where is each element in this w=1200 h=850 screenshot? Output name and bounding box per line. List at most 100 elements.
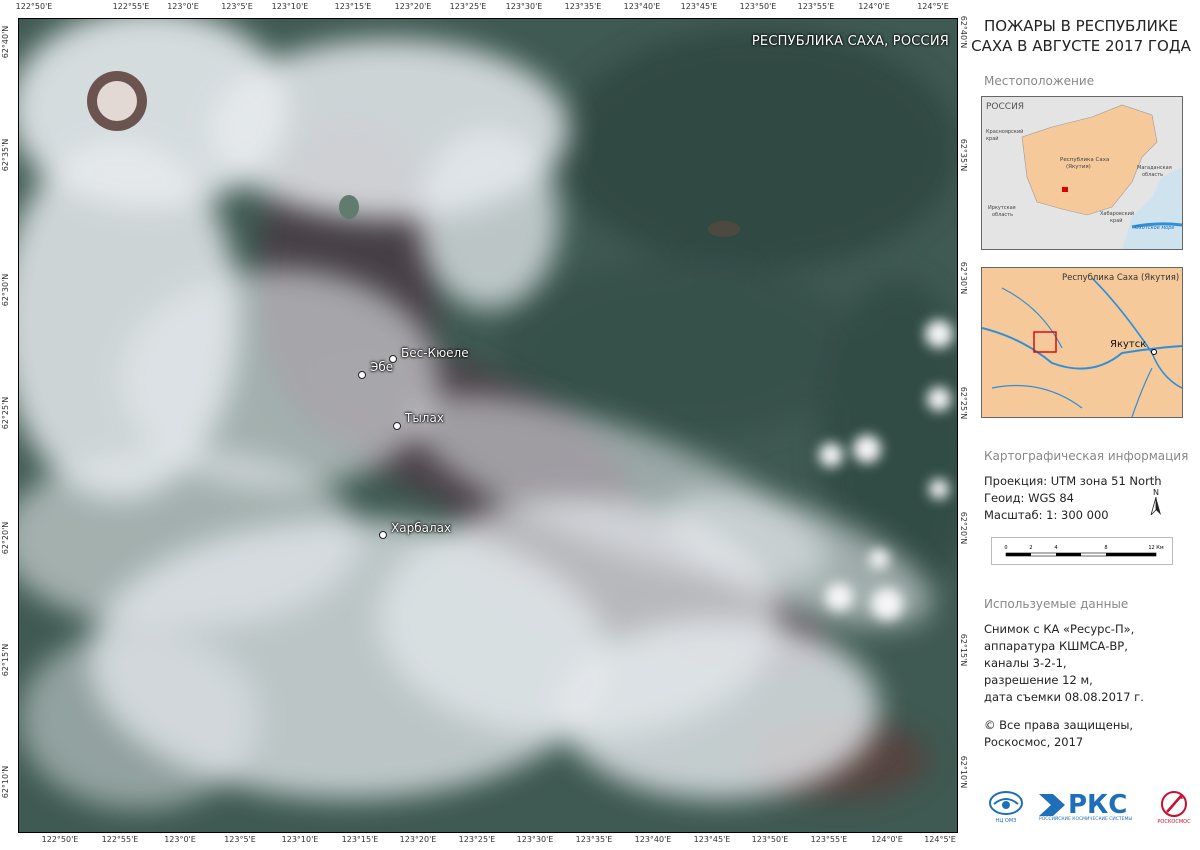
- title-line-1: ПОЖАРЫ В РЕСПУБЛИКЕ: [984, 17, 1178, 35]
- rks-logo-text: РКС: [1068, 789, 1128, 820]
- data-line: разрешение 12 м,: [984, 673, 1093, 687]
- north-label: N: [1153, 488, 1159, 497]
- rks-logo: РКС РОССИЙСКИЕ КОСМИЧЕСКИЕ СИСТЕМЫ: [1039, 789, 1143, 822]
- logo-caption: НЦ ОМЗ: [995, 818, 1017, 824]
- region-label: Магаданская: [1137, 165, 1172, 171]
- logos-row: НЦ ОМЗ РКС РОССИЙСКИЕ КОСМИЧЕСКИЕ СИСТЕМ…: [984, 782, 1194, 832]
- region-label: Республика Саха (Якутия): [1062, 273, 1179, 283]
- overview-map-graphic: РОССИЯ Красноярский край Республика Саха…: [982, 97, 1182, 249]
- lat-coord: 62°30'N: [1, 273, 10, 307]
- bottom-coord: 124°5'E: [924, 835, 956, 844]
- settlement-tylakh[interactable]: Тылах: [393, 411, 444, 430]
- bottom-coord: 123°15'E: [341, 835, 379, 844]
- lat-coord: 62°20'N: [1, 521, 10, 555]
- region-label: Хабаровский: [1100, 210, 1134, 217]
- region-label: область: [1142, 172, 1163, 178]
- top-coord: 123°50'E: [739, 2, 777, 11]
- bottom-coord: 123°45'E: [693, 835, 731, 844]
- north-arrow-glyph: [1150, 496, 1161, 517]
- lat-coord: 62°35'N: [1, 138, 10, 172]
- bottom-coord: 122°55'E: [101, 835, 139, 844]
- region-label: Иркутская: [988, 205, 1016, 211]
- bottom-coord: 123°0'E: [164, 835, 196, 844]
- top-coord: 123°0'E: [167, 2, 199, 11]
- bottom-coord: 123°40'E: [634, 835, 672, 844]
- top-coord: 123°10'E: [271, 2, 309, 11]
- overview-inset-map[interactable]: РОССИЯ Красноярский край Республика Саха…: [981, 96, 1183, 250]
- top-coord: 122°50'E: [15, 2, 53, 11]
- data-heading: Используемые данные: [984, 597, 1129, 611]
- settlement-dot: [393, 422, 401, 430]
- projection-text: Проекция: UTM зона 51 North: [984, 474, 1162, 488]
- top-coord: 123°5'E: [221, 2, 253, 11]
- settlement-label: Бес-Кюеле: [401, 346, 469, 360]
- logo-caption: РОСКОСМОС: [1157, 818, 1191, 825]
- settlement-dot: [379, 531, 387, 539]
- bottom-coord: 123°20'E: [399, 835, 437, 844]
- settlement-label: Эбе: [370, 360, 394, 374]
- bottom-coord: 123°55'E: [810, 835, 848, 844]
- scale-bar: 0 2 4 8 12 Км: [991, 537, 1173, 565]
- top-coord: 123°40'E: [623, 2, 661, 11]
- top-coord: 123°35'E: [564, 2, 602, 11]
- scale-tick: 2: [1029, 545, 1032, 551]
- top-coord: 123°15'E: [334, 2, 372, 11]
- settlement-bes-kuele[interactable]: Бес-Кюеле: [389, 346, 469, 363]
- roscosmos-logo-icon: [1161, 790, 1187, 817]
- settlement-kharbalakh[interactable]: Харбалах: [379, 521, 451, 539]
- scale-text: Масштаб: 1: 300 000: [984, 508, 1109, 522]
- bottom-coord: 123°35'E: [575, 835, 613, 844]
- copyright-line: © Все права защищены,: [984, 718, 1134, 732]
- scale-tick: 8: [1104, 545, 1107, 551]
- data-line: дата съемки 08.08.2017 г.: [984, 690, 1144, 704]
- top-coord: 122°55'E: [112, 2, 150, 11]
- ntsomz-logo-icon: [989, 791, 1023, 815]
- location-heading: Местоположение: [984, 74, 1095, 88]
- detail-inset-map[interactable]: Республика Саха (Якутия) Якутск: [981, 267, 1183, 418]
- scale-tick: 4: [1054, 545, 1057, 551]
- lat-coord: 62°10'N: [1, 765, 10, 799]
- data-line: аппаратура КШМСА-ВР,: [984, 639, 1128, 653]
- settlement-label: Тылах: [405, 411, 444, 425]
- rks-logo-icon: [1039, 793, 1065, 816]
- top-coord: 123°25'E: [449, 2, 487, 11]
- settlement-ebe[interactable]: Эбе: [358, 360, 393, 379]
- scale-tick: 12 Км: [1148, 545, 1164, 551]
- detail-map-graphic: Республика Саха (Якутия) Якутск: [982, 268, 1182, 417]
- country-label: РОССИЯ: [986, 102, 1024, 112]
- geoid-text: Геоид: WGS 84: [984, 491, 1074, 505]
- info-panel: ПОЖАРЫ В РЕСПУБЛИКЕ САХА В АВГУСТЕ 2017 …: [962, 0, 1200, 850]
- scale-tick: 0: [1004, 545, 1007, 551]
- bottom-coord: 122°50'E: [41, 835, 79, 844]
- satellite-imagery: [19, 19, 957, 832]
- top-coord: 123°20'E: [394, 2, 432, 11]
- bottom-coord: 123°5'E: [224, 835, 256, 844]
- data-line: каналы 3-2-1,: [984, 656, 1067, 670]
- lat-coord: 62°40'N: [1, 25, 10, 59]
- title-line-2: САХА В АВГУСТЕ 2017 ГОДА: [971, 37, 1191, 55]
- sea-label: Охотское море: [1135, 225, 1174, 231]
- top-coord: 124°0'E: [858, 2, 890, 11]
- carto-heading: Картографическая информация: [984, 449, 1189, 463]
- ntsomz-logo: НЦ ОМЗ: [984, 790, 1028, 824]
- logo-caption: РОССИЙСКИЕ КОСМИЧЕСКИЕ СИСТЕМЫ: [1039, 816, 1133, 822]
- satellite-map[interactable]: РЕСПУБЛИКА САХА, РОССИЯ Бес-Кюеле Эбе Ты…: [18, 18, 958, 833]
- copyright-line: Роскосмос, 2017: [984, 735, 1084, 749]
- region-label: Республика Саха: [1060, 157, 1109, 163]
- settlement-dot: [358, 371, 366, 379]
- region-label: область: [992, 212, 1013, 218]
- top-coord: 123°30'E: [505, 2, 543, 11]
- bottom-coord: 124°0'E: [871, 835, 903, 844]
- bottom-coord: 123°50'E: [751, 835, 789, 844]
- settlement-label: Харбалах: [391, 521, 452, 535]
- top-coord: 124°5'E: [917, 2, 949, 11]
- bottom-coord: 123°10'E: [281, 835, 319, 844]
- top-coord: 123°55'E: [797, 2, 835, 11]
- lat-coord: 62°15'N: [1, 643, 10, 677]
- data-line: Снимок с КА «Ресурс-П»,: [984, 622, 1135, 636]
- north-arrow-icon: N: [1150, 488, 1162, 519]
- map-title: ПОЖАРЫ В РЕСПУБЛИКЕ САХА В АВГУСТЕ 2017 …: [962, 16, 1200, 56]
- city-label: Якутск: [1110, 339, 1146, 350]
- scale-bar-graphic: 0 2 4 8 12 Км: [1004, 545, 1164, 557]
- top-coord: 123°45'E: [680, 2, 718, 11]
